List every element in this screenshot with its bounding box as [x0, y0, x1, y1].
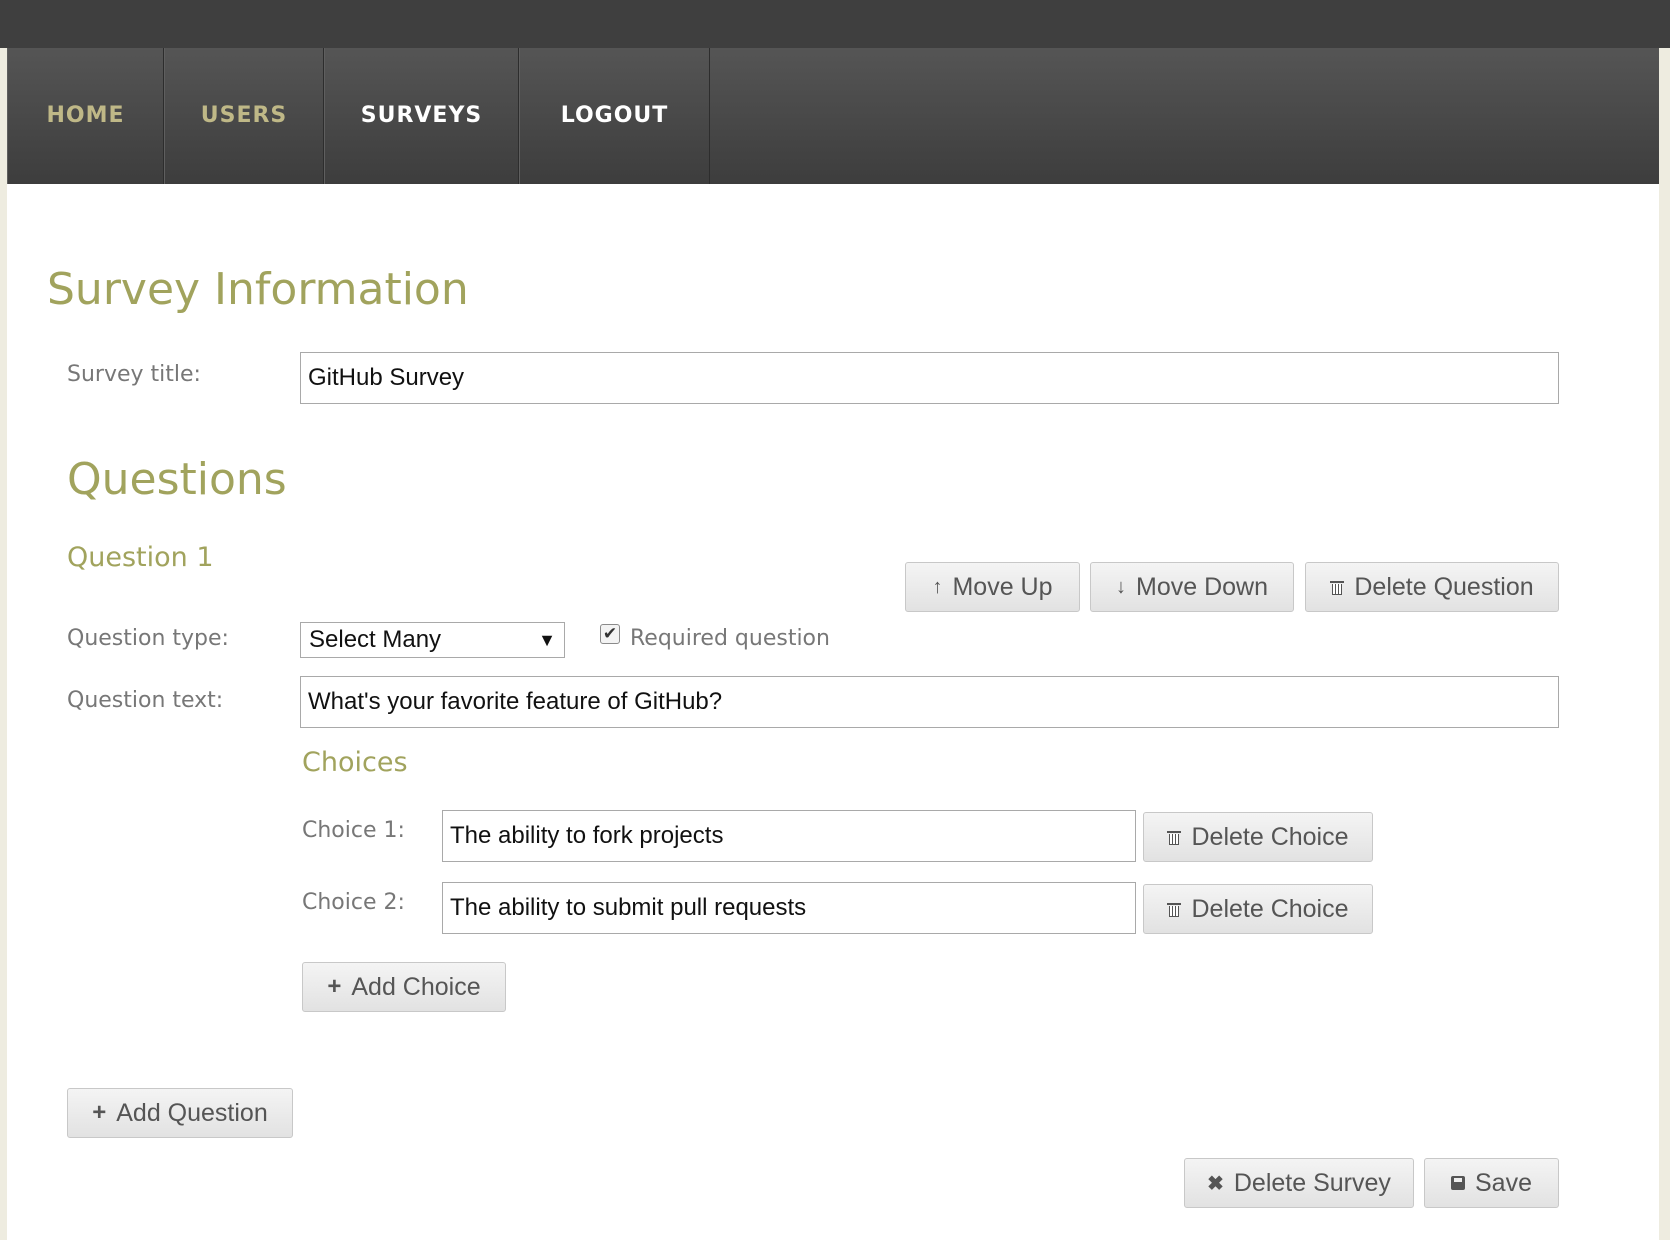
delete-choice-button[interactable]: Delete Choice	[1143, 812, 1373, 862]
delete-survey-label: Delete Survey	[1233, 1168, 1391, 1197]
nav-item-home[interactable]: HOME	[7, 48, 164, 184]
choice-input[interactable]: The ability to fork projects	[442, 810, 1136, 862]
question-type-value: Select Many	[309, 626, 442, 653]
main-content: Survey Information Survey title: GitHub …	[7, 184, 1659, 1240]
add-choice-label: Add Choice	[351, 972, 481, 1001]
question-type-select[interactable]: Select Many ▼	[300, 622, 565, 658]
choice-input[interactable]: The ability to submit pull requests	[442, 882, 1136, 934]
choice-label: Choice 1:	[302, 818, 405, 843]
save-icon	[1451, 1176, 1465, 1190]
nav-item-surveys[interactable]: SURVEYS	[324, 48, 519, 184]
save-button[interactable]: Save	[1424, 1158, 1559, 1208]
arrow-up-icon: ↑	[932, 575, 943, 598]
question-text-input[interactable]: What's your favorite feature of GitHub?	[300, 676, 1559, 728]
dropdown-arrow-icon: ▼	[538, 629, 556, 650]
delete-choice-label: Delete Choice	[1191, 894, 1349, 923]
trash-icon	[1167, 901, 1182, 917]
required-question-label[interactable]: Required question	[630, 626, 830, 651]
question-type-label: Question type:	[67, 626, 229, 651]
move-up-label: Move Up	[952, 572, 1053, 601]
save-label: Save	[1475, 1168, 1532, 1197]
survey-information-heading: Survey Information	[47, 264, 469, 315]
arrow-down-icon: ↓	[1116, 575, 1126, 598]
x-icon: ✖	[1207, 1172, 1224, 1195]
add-question-label: Add Question	[116, 1098, 268, 1127]
top-bar	[0, 0, 1670, 48]
delete-question-button[interactable]: Delete Question	[1305, 562, 1559, 612]
trash-icon	[1167, 829, 1182, 845]
move-down-button[interactable]: ↓ Move Down	[1090, 562, 1294, 612]
main-nav: HOME USERS SURVEYS LOGOUT	[7, 48, 1659, 185]
required-checkbox[interactable]: ✔	[600, 624, 620, 644]
delete-choice-label: Delete Choice	[1191, 822, 1349, 851]
question-text-label: Question text:	[67, 688, 224, 713]
plus-icon: +	[92, 1099, 107, 1126]
questions-heading: Questions	[67, 454, 287, 505]
survey-title-label: Survey title:	[67, 362, 201, 387]
nav-item-users[interactable]: USERS	[164, 48, 324, 184]
add-choice-button[interactable]: + Add Choice	[302, 962, 506, 1012]
question-heading: Question 1	[67, 542, 214, 573]
add-question-button[interactable]: + Add Question	[67, 1088, 293, 1138]
delete-survey-button[interactable]: ✖ Delete Survey	[1184, 1158, 1414, 1208]
survey-title-input[interactable]: GitHub Survey	[300, 352, 1559, 404]
delete-choice-button[interactable]: Delete Choice	[1143, 884, 1373, 934]
move-up-button[interactable]: ↑ Move Up	[905, 562, 1080, 612]
move-down-label: Move Down	[1136, 572, 1268, 601]
plus-icon: +	[327, 973, 342, 1000]
choice-label: Choice 2:	[302, 890, 405, 915]
nav-item-logout[interactable]: LOGOUT	[519, 48, 710, 184]
choices-heading: Choices	[302, 747, 408, 778]
trash-icon	[1330, 579, 1345, 595]
delete-question-label: Delete Question	[1354, 572, 1534, 601]
